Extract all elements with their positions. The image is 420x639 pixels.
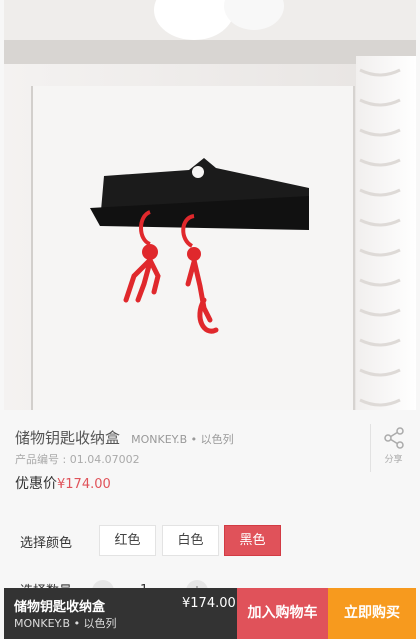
price-row: 优惠价¥174.00 — [15, 473, 111, 493]
product-image[interactable] — [4, 0, 416, 410]
bottom-bar: 储物钥匙收纳盒 MONKEY.B • 以色列 ¥174.00 加入购物车 立即购… — [4, 588, 416, 639]
bottom-bar-brand: MONKEY.B • 以色列 — [14, 617, 117, 630]
buy-now-button[interactable]: 立即购买 — [328, 588, 416, 639]
color-option-white[interactable]: 白色 — [162, 525, 219, 556]
product-title-row: 储物钥匙收纳盒 MONKEY.B • 以色列 — [15, 427, 365, 449]
share-icon — [383, 427, 404, 449]
product-code: 产品编号 : 01.04.07002 — [15, 453, 140, 466]
color-option-red[interactable]: 红色 — [99, 525, 156, 556]
product-title: 储物钥匙收纳盒 — [15, 429, 121, 447]
bottom-bar-info: 储物钥匙收纳盒 MONKEY.B • 以色列 ¥174.00 — [4, 588, 237, 639]
color-label: 选择颜色 — [20, 536, 73, 551]
price-label: 优惠价 — [15, 476, 57, 492]
share-button[interactable]: 分享 — [370, 424, 416, 472]
share-label: 分享 — [384, 455, 403, 465]
product-brand: MONKEY.B • 以色列 — [131, 433, 234, 446]
product-page: 储物钥匙收纳盒 MONKEY.B • 以色列 产品编号 : 01.04.0700… — [0, 0, 420, 639]
product-price: ¥174.00 — [57, 477, 111, 492]
product-photo — [4, 0, 416, 410]
color-option-black[interactable]: 黑色 — [224, 525, 281, 556]
bottom-bar-price: ¥174.00 — [182, 596, 236, 611]
bottom-bar-product-name: 储物钥匙收纳盒 — [14, 600, 106, 615]
add-to-cart-button[interactable]: 加入购物车 — [237, 588, 328, 639]
